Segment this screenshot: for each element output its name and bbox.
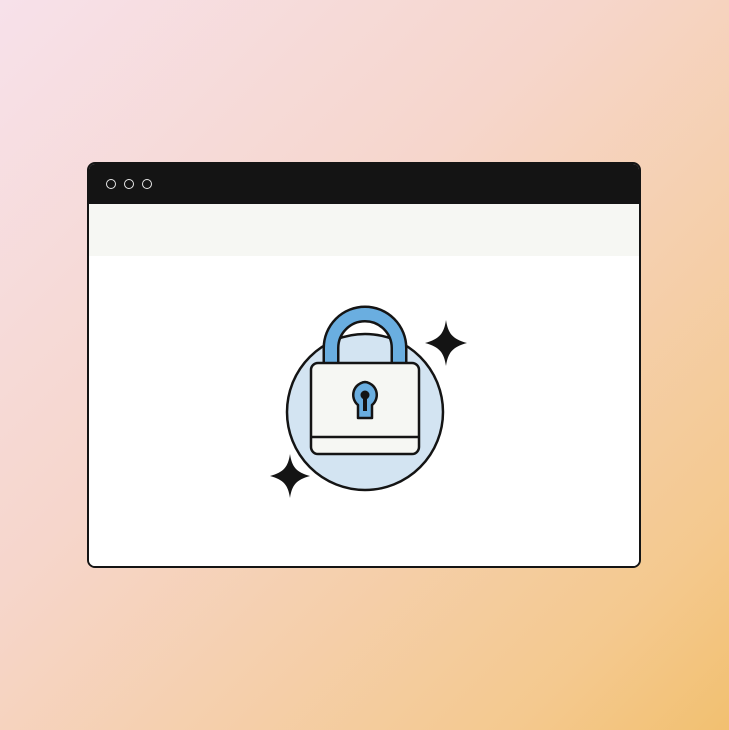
window-titlebar [89, 164, 639, 204]
browser-window [87, 162, 641, 568]
page-content [89, 256, 639, 566]
window-close-button[interactable] [106, 179, 116, 189]
window-minimize-button[interactable] [124, 179, 134, 189]
window-maximize-button[interactable] [142, 179, 152, 189]
address-bar[interactable] [89, 204, 639, 256]
